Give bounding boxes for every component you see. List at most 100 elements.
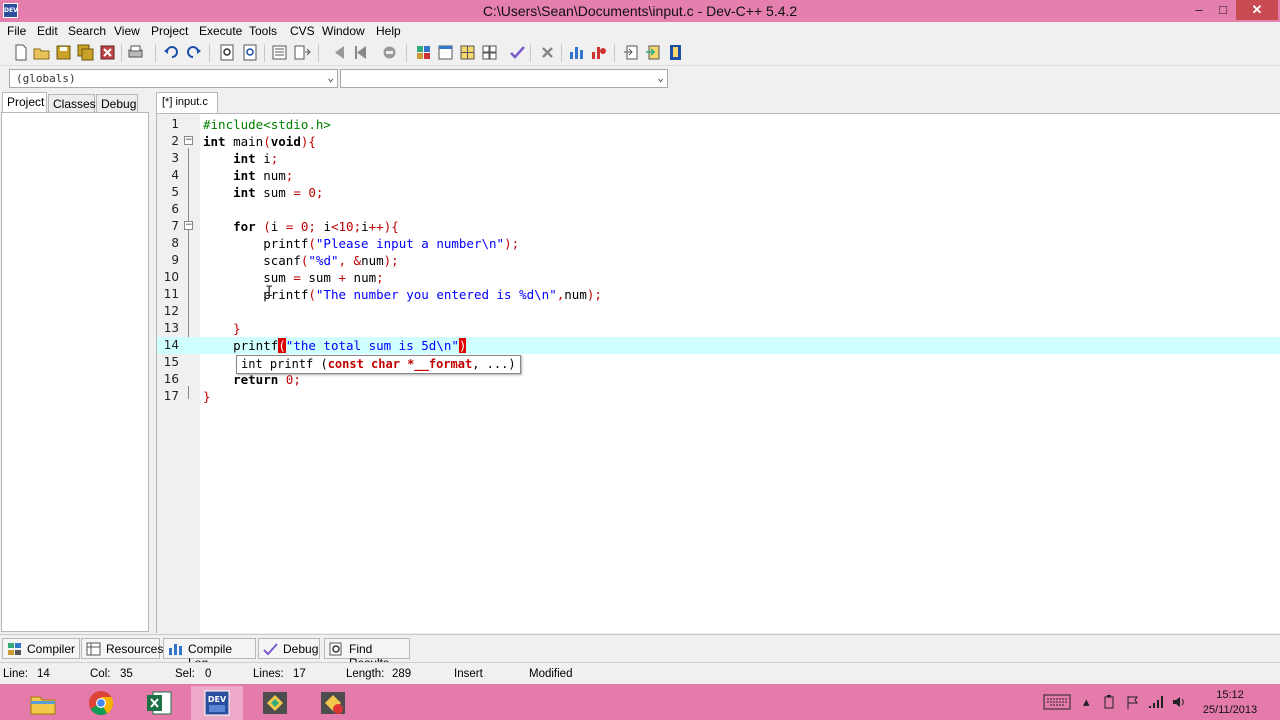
code-editor[interactable]: 1 #include<stdio.h> 2− int main(void){ 3 i… [156, 113, 1280, 633]
code-line: 10 sum = sum + num; [163, 270, 384, 285]
code-line: 9 scanf("%d", &num); [171, 253, 399, 268]
status-bar: Line: 14 Col: 35 Sel: 0 Lines: 17 Length… [0, 662, 1280, 684]
code-line: 3 int i; [171, 151, 279, 166]
fold-collapse-icon[interactable]: − [184, 136, 193, 145]
clock-time: 15:12 [1216, 689, 1244, 701]
status-line-label: Line: [3, 668, 28, 680]
compile-log-icon [169, 644, 182, 655]
tab-project[interactable]: Project [2, 92, 47, 113]
volume-icon[interactable] [1171, 694, 1187, 710]
tab-resources[interactable]: Resources [81, 638, 163, 659]
scope-dropdown[interactable]: (globals) ⌄ [9, 69, 338, 88]
tab-debug-output[interactable]: Debug [258, 638, 320, 659]
window-icon[interactable] [436, 43, 455, 62]
windows-taskbar: DEV ▴ 15:12 25/11/2013 [0, 684, 1280, 720]
bracket-match-highlight: ) [458, 338, 467, 353]
grid2-icon[interactable] [480, 43, 499, 62]
profile-icon[interactable] [589, 43, 608, 62]
status-col-value: 35 [120, 668, 133, 680]
menu-edit[interactable]: Edit [37, 24, 58, 38]
scope-dropdown-value: (globals) [16, 72, 76, 85]
info-icon[interactable] [666, 43, 685, 62]
status-col-label: Col: [90, 668, 111, 680]
chrome-icon[interactable] [75, 686, 127, 720]
code-line: 12 [163, 304, 179, 318]
delete-icon[interactable] [538, 43, 557, 62]
code-line: 2− int main(void){ [171, 134, 316, 149]
code-line: 4 int num; [171, 168, 294, 183]
window-title: C:\Users\Sean\Documents\input.c - Dev-C+… [482, 3, 798, 19]
flag-icon[interactable] [1126, 695, 1140, 709]
menu-tools[interactable]: Tools [249, 24, 277, 38]
tab-compile-log[interactable]: Compile Log [163, 638, 256, 670]
status-length-label: Length: [346, 668, 385, 680]
open-icon[interactable] [32, 43, 51, 62]
close-button[interactable]: ✕ [1236, 0, 1278, 20]
print-icon[interactable] [126, 43, 145, 62]
project-tree[interactable] [1, 112, 149, 632]
code-line: 11 printf("The number you entered is %d\… [163, 287, 602, 302]
status-insert-mode: Insert [454, 668, 483, 680]
tab-compiler[interactable]: Compiler [2, 638, 80, 659]
bookmark-next-icon[interactable] [352, 43, 371, 62]
replace-icon[interactable] [241, 43, 260, 62]
tab-debug[interactable]: Debug [96, 94, 138, 113]
save-icon[interactable] [54, 43, 73, 62]
maximize-button[interactable]: □ [1212, 0, 1234, 20]
title-bar: DEV C:\Users\Sean\Documents\input.c - De… [0, 0, 1280, 22]
layout-icon[interactable] [414, 43, 433, 62]
left-panel: Project Classes Debug [0, 92, 150, 633]
menu-file[interactable]: File [7, 24, 26, 38]
power-icon[interactable] [1102, 695, 1116, 709]
members-dropdown[interactable]: ⌄ [340, 69, 668, 88]
toggle-bookmark-icon[interactable] [380, 43, 399, 62]
unindent-icon[interactable] [292, 43, 311, 62]
export-icon[interactable] [644, 43, 663, 62]
menu-cvs[interactable]: CVS [290, 24, 315, 38]
tab-classes[interactable]: Classes [48, 94, 96, 113]
file-explorer-icon[interactable] [17, 686, 69, 720]
app-green-icon[interactable] [249, 686, 301, 720]
grid-icon[interactable] [458, 43, 477, 62]
editor-tab-input-c[interactable]: [*] input.c [156, 92, 218, 113]
app-red-icon[interactable] [307, 686, 359, 720]
chevron-down-icon: ⌄ [327, 71, 334, 84]
code-line: 1 #include<stdio.h> [171, 117, 331, 132]
close-file-icon[interactable] [98, 43, 117, 62]
class-browser-bar: (globals) ⌄ ⌄ [0, 66, 1280, 92]
bookmark-prev-icon[interactable] [330, 43, 349, 62]
redo-icon[interactable] [184, 43, 203, 62]
menu-search[interactable]: Search [68, 24, 106, 38]
fold-collapse-icon[interactable]: − [184, 221, 193, 230]
code-line: 8 printf("Please input a number\n"); [171, 236, 520, 251]
status-line-value: 14 [37, 668, 50, 680]
tab-find-results[interactable]: Find Results [324, 638, 410, 670]
keyboard-icon[interactable] [1043, 694, 1071, 710]
chart-icon[interactable] [567, 43, 586, 62]
network-icon[interactable] [1148, 695, 1164, 709]
find-icon[interactable] [218, 43, 237, 62]
status-length-value: 289 [392, 668, 412, 680]
menu-view[interactable]: View [114, 24, 140, 38]
check-icon[interactable] [508, 43, 527, 62]
code-line: 13 } [163, 321, 241, 336]
minimize-button[interactable]: – [1188, 0, 1210, 20]
indent-icon[interactable] [270, 43, 289, 62]
excel-icon[interactable] [133, 686, 185, 720]
compiler-icon [8, 643, 21, 655]
taskbar-clock[interactable]: 15:12 25/11/2013 [1196, 688, 1264, 718]
new-file-icon[interactable] [11, 43, 30, 62]
devcpp-icon[interactable]: DEV [191, 686, 243, 720]
menu-project[interactable]: Project [151, 24, 188, 38]
menu-bar: File Edit Search View Project Execute To… [0, 22, 1280, 40]
menu-window[interactable]: Window [322, 24, 365, 38]
undo-icon[interactable] [162, 43, 181, 62]
menu-help[interactable]: Help [376, 24, 401, 38]
devcpp-window: DEV C:\Users\Sean\Documents\input.c - De… [0, 0, 1280, 720]
goto-icon[interactable] [622, 43, 641, 62]
menu-execute[interactable]: Execute [199, 24, 242, 38]
tray-expand-icon[interactable]: ▴ [1083, 694, 1090, 710]
toolbar [0, 40, 1280, 66]
save-all-icon[interactable] [76, 43, 95, 62]
code-line: 17} [163, 389, 211, 404]
